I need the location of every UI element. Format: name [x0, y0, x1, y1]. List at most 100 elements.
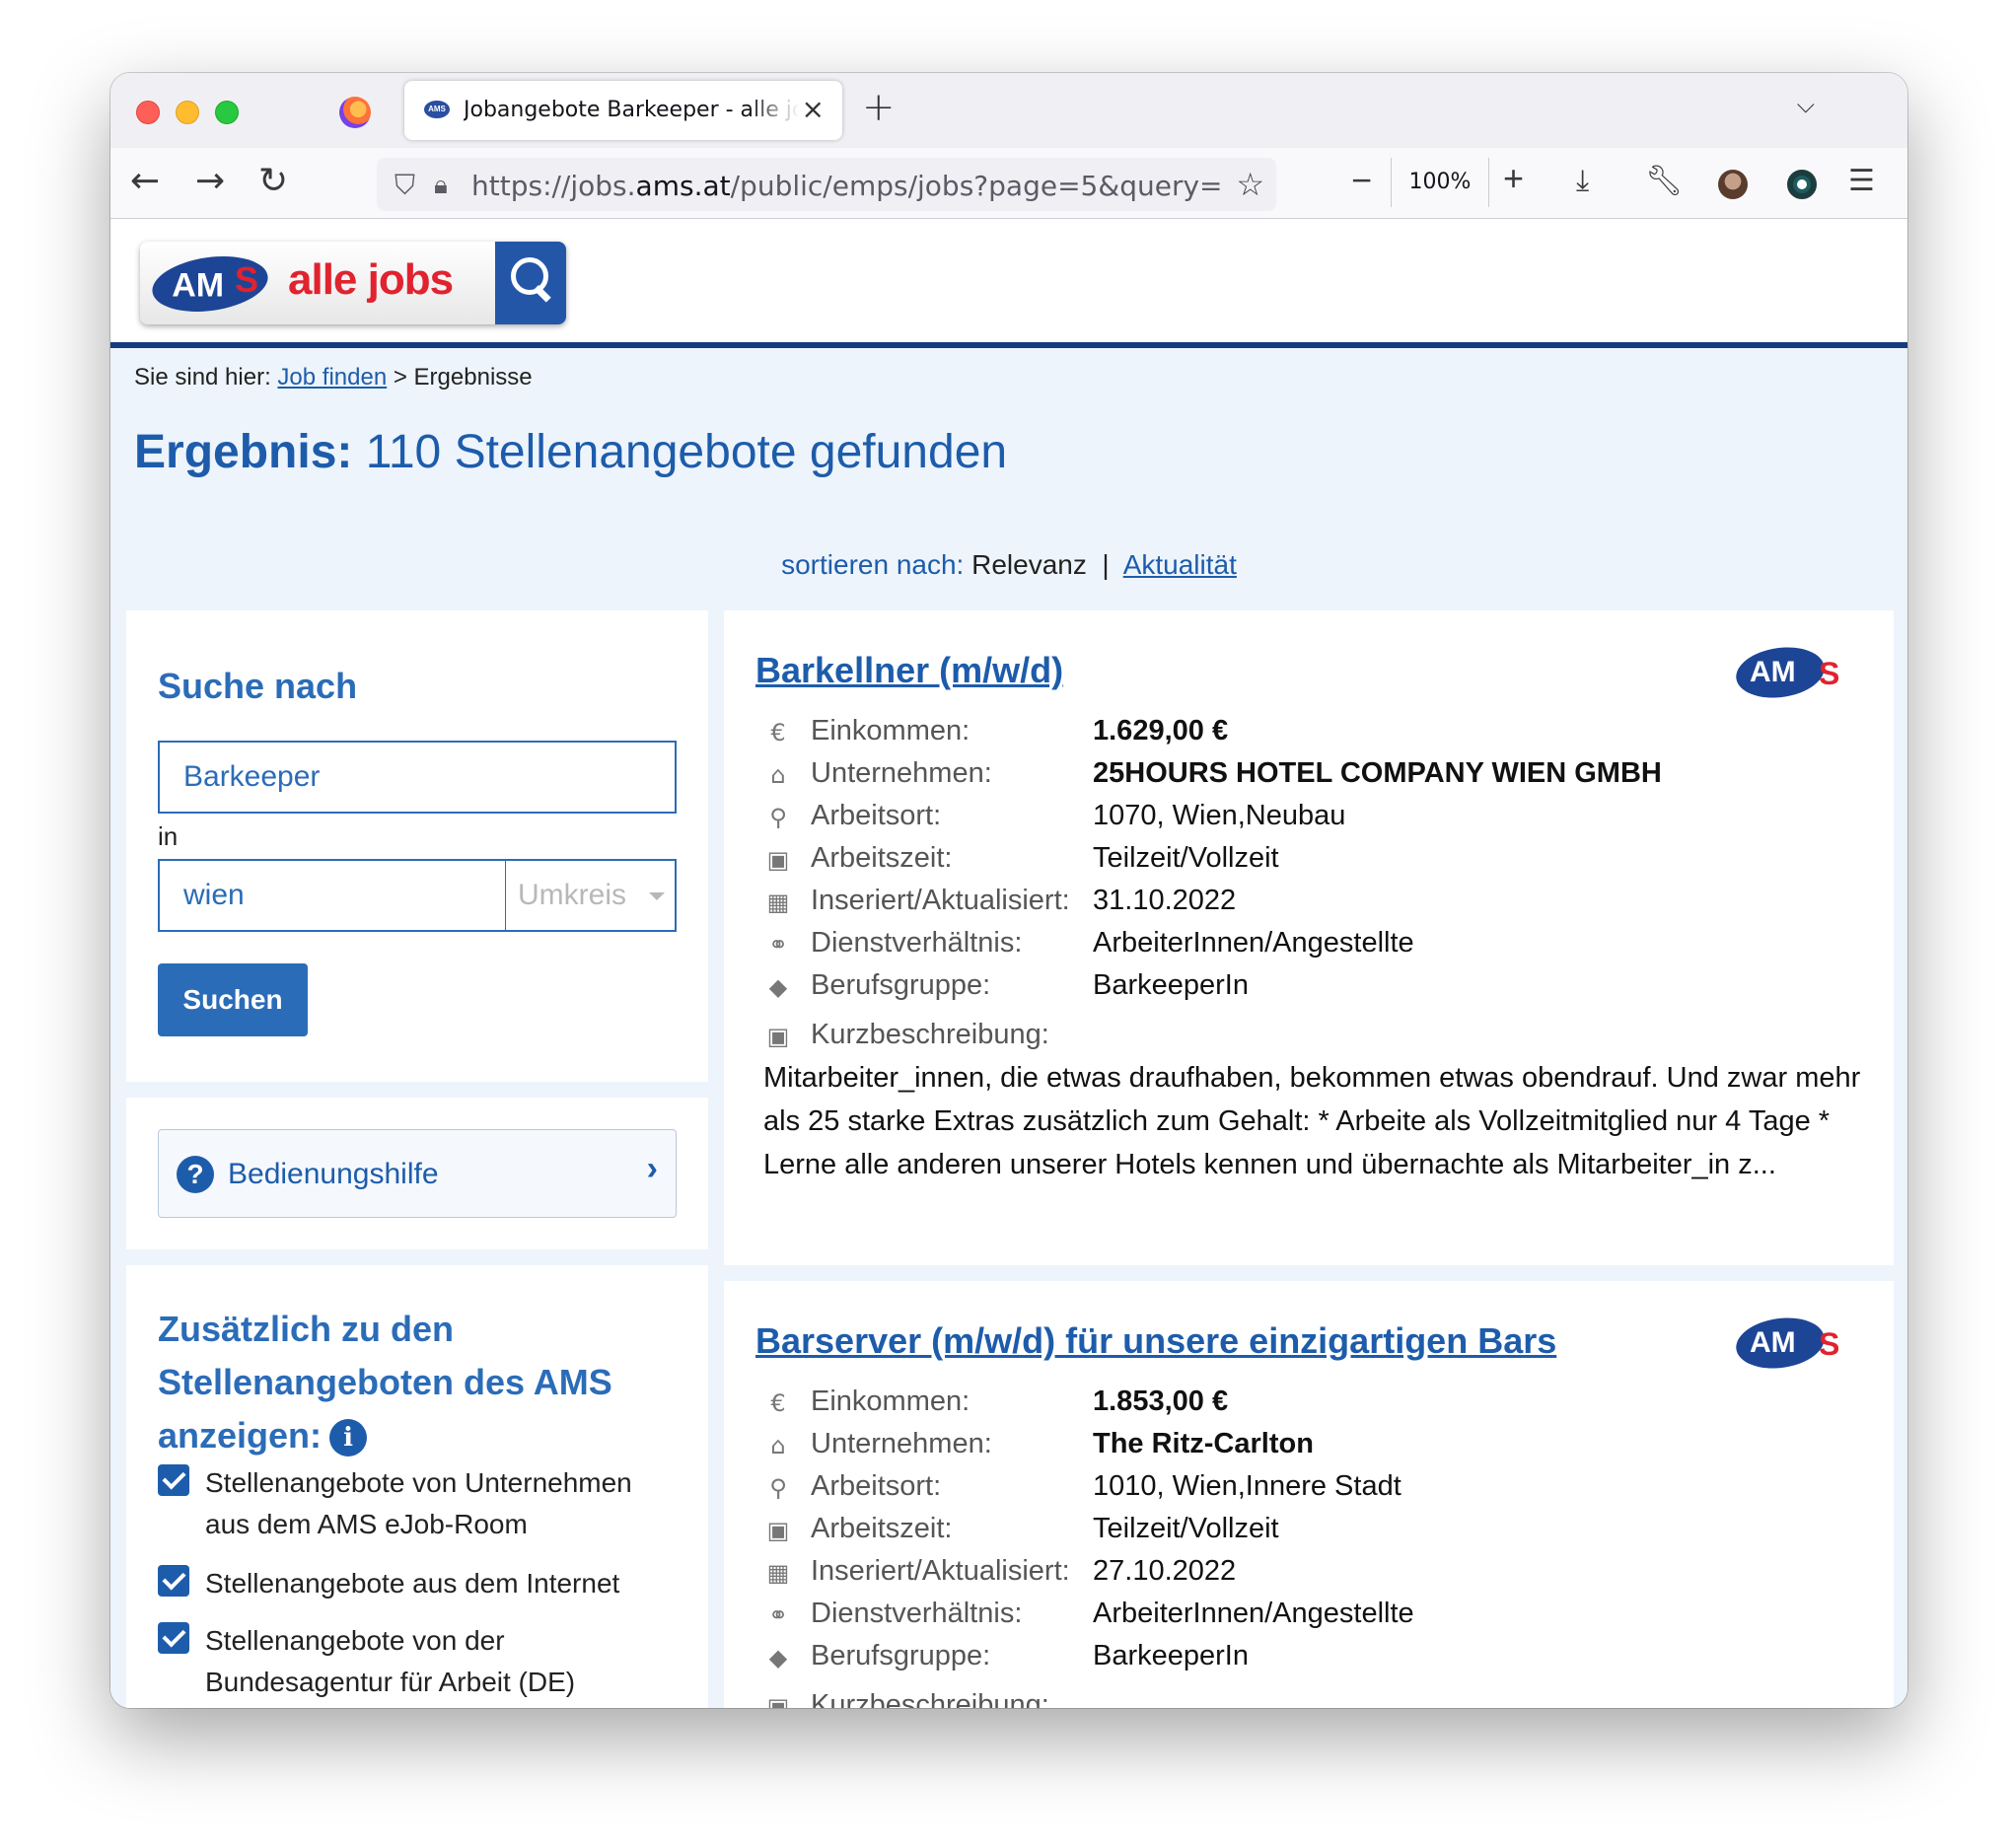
- tags-icon: ◆: [768, 973, 788, 1001]
- radius-select[interactable]: Umkreis: [505, 859, 677, 932]
- menu-icon[interactable]: ☰: [1848, 164, 1875, 198]
- briefcase-icon: ▣: [766, 1023, 790, 1050]
- sort-bar: sortieren nach: Relevanz | Aktualität: [110, 549, 1907, 581]
- breadcrumb-prefix: Sie sind hier:: [134, 364, 271, 391]
- calendar-icon: ▦: [766, 888, 790, 916]
- briefcase-icon: ▣: [766, 1517, 790, 1544]
- checkbox-checked-icon[interactable]: [158, 1565, 189, 1597]
- job-group-row: ◆ Berufsgruppe: BarkeeperIn: [763, 969, 1868, 1009]
- minimize-window-button[interactable]: [176, 101, 199, 124]
- ams-logo-icon: AM S: [1732, 641, 1854, 704]
- breadcrumb-link-job-finden[interactable]: Job finden: [277, 364, 387, 391]
- checkbox-label: Stellenangebote von der Bundesagentur fü…: [205, 1625, 576, 1697]
- shield-icon[interactable]: ⛉: [395, 170, 415, 202]
- location-value: 1070, Wien,Neubau: [1093, 800, 1346, 831]
- home-icon: ⌂: [770, 1432, 786, 1459]
- company-label: Unternehmen:: [811, 757, 992, 789]
- briefcase-icon: ▣: [766, 846, 790, 874]
- zoom-out-button[interactable]: −: [1351, 160, 1372, 201]
- extension-icon[interactable]: [1787, 170, 1817, 199]
- tags-icon: ◆: [768, 1644, 788, 1671]
- location-label: Arbeitsort:: [811, 1470, 942, 1502]
- search-icon[interactable]: [495, 242, 566, 324]
- job-company-row: ⌂ Unternehmen: The Ritz-Carlton: [763, 1428, 1868, 1467]
- account-avatar[interactable]: [1718, 170, 1748, 199]
- job-location-row: ⚲ Arbeitsort: 1010, Wien,Innere Stadt: [763, 1470, 1868, 1510]
- extra-sources-panel: Zusätzlich zu den Stellenangeboten des A…: [126, 1265, 708, 1708]
- tab-title: Jobangebote Barkeeper - alle jobs: [464, 98, 799, 122]
- search-button[interactable]: Suchen: [158, 963, 308, 1036]
- new-tab-button[interactable]: +: [862, 85, 896, 130]
- job-company-row: ⌂ Unternehmen: 25HOURS HOTEL COMPANY WIE…: [763, 757, 1868, 797]
- euro-icon: €: [770, 1389, 786, 1417]
- reload-button[interactable]: ↻: [258, 162, 288, 201]
- close-window-button[interactable]: [136, 101, 160, 124]
- breadcrumb-separator: >: [393, 364, 407, 391]
- help-button[interactable]: ? Bedienungshilfe ›: [158, 1129, 677, 1218]
- url-bar[interactable]: ⛉ 🔒︎ https://jobs.ams.at/public/emps/job…: [377, 158, 1276, 211]
- map-pin-icon: ⚲: [769, 1474, 787, 1502]
- job-title-link[interactable]: Barkellner (m/w/d): [755, 650, 1063, 691]
- browser-window: AMS Jobangebote Barkeeper - alle jobs × …: [110, 73, 1907, 1708]
- checkbox-label: Stellenangebote von Unternehmen aus dem …: [205, 1467, 632, 1539]
- posted-value: 31.10.2022: [1093, 885, 1237, 916]
- handshake-icon: ⚭: [767, 931, 789, 959]
- lock-icon[interactable]: 🔒︎: [434, 170, 448, 201]
- employment-value: ArbeiterInnen/Angestellte: [1093, 1598, 1414, 1629]
- location-input[interactable]: wien: [158, 859, 507, 932]
- chevron-right-icon: ›: [646, 1150, 658, 1187]
- bookmark-star-icon[interactable]: ☆: [1236, 166, 1264, 203]
- search-query-input[interactable]: Barkeeper: [158, 741, 677, 814]
- info-icon[interactable]: i: [329, 1419, 368, 1457]
- location-value: 1010, Wien,Innere Stadt: [1093, 1470, 1401, 1502]
- employment-value: ArbeiterInnen/Angestellte: [1093, 927, 1414, 959]
- job-income-row: € Einkommen: 1.629,00 €: [763, 715, 1868, 754]
- sort-label: sortieren nach:: [781, 549, 965, 580]
- handshake-icon: ⚭: [767, 1601, 789, 1629]
- calendar-icon: ▦: [766, 1559, 790, 1587]
- checkbox-checked-icon[interactable]: [158, 1622, 189, 1654]
- logo-text: alle jobs: [288, 255, 454, 304]
- job-employment-row: ⚭ Dienstverhältnis: ArbeiterInnen/Angest…: [763, 1598, 1868, 1637]
- job-title-link[interactable]: Barserver (m/w/d) für unsere einzigartig…: [755, 1320, 1556, 1362]
- job-group-row: ◆ Berufsgruppe: BarkeeperIn: [763, 1640, 1868, 1679]
- job-worktime-row: ▣ Arbeitszeit: Teilzeit/Vollzeit: [763, 842, 1868, 882]
- firefox-icon[interactable]: [339, 97, 371, 128]
- income-value: 1.853,00 €: [1093, 1386, 1229, 1417]
- tab-close-icon[interactable]: ×: [802, 93, 825, 125]
- sort-aktualitaet-link[interactable]: Aktualität: [1123, 549, 1237, 580]
- company-label: Unternehmen:: [811, 1428, 992, 1459]
- tab-active[interactable]: AMS Jobangebote Barkeeper - alle jobs ×: [404, 81, 842, 140]
- page-title: Ergebnis: 110 Stellenangebote gefunden: [134, 425, 1007, 479]
- breadcrumb: Sie sind hier: Job finden > Ergebnisse: [134, 364, 533, 391]
- company-value: 25HOURS HOTEL COMPANY WIEN GMBH: [1093, 757, 1662, 789]
- zoom-level[interactable]: 100%: [1391, 158, 1489, 207]
- ams-logo-icon: AM S: [1732, 1312, 1854, 1375]
- help-panel: ? Bedienungshilfe ›: [126, 1098, 708, 1249]
- checkbox-label: Stellenangebote aus dem Internet: [205, 1568, 620, 1599]
- job-location-row: ⚲ Arbeitsort: 1070, Wien,Neubau: [763, 800, 1868, 839]
- checkbox-checked-icon[interactable]: [158, 1464, 189, 1496]
- forward-button[interactable]: →: [195, 162, 225, 201]
- wrench-icon[interactable]: 🔧︎: [1645, 164, 1683, 198]
- job-description-row: ▣ Kurzbeschreibung:: [763, 1019, 1868, 1058]
- euro-icon: €: [770, 719, 786, 746]
- ams-favicon-icon: AMS: [424, 101, 450, 118]
- location-label: Arbeitsort:: [811, 800, 942, 831]
- zoom-in-button[interactable]: +: [1503, 158, 1524, 199]
- tab-list-chevron-icon[interactable]: ⌵: [1797, 91, 1815, 118]
- download-icon[interactable]: ⤓: [1576, 164, 1589, 198]
- map-pin-icon: ⚲: [769, 804, 787, 831]
- worktime-label: Arbeitszeit:: [811, 842, 953, 874]
- ams-alle-jobs-logo[interactable]: AM S alle jobs: [140, 242, 566, 324]
- income-label: Einkommen:: [811, 1386, 970, 1417]
- result-count-text: 110 Stellenangebote gefunden: [365, 426, 1008, 478]
- question-icon: ?: [177, 1156, 214, 1193]
- url-text[interactable]: https://jobs.ams.at/public/emps/jobs?pag…: [471, 170, 1221, 202]
- zoom-window-button[interactable]: [215, 101, 239, 124]
- worktime-value: Teilzeit/Vollzeit: [1093, 1513, 1279, 1544]
- back-button[interactable]: ←: [130, 162, 160, 201]
- extra-sources-title: Zusätzlich zu den Stellenangeboten des A…: [158, 1309, 612, 1457]
- job-description-row: ▣ Kurzbeschreibung:: [763, 1689, 1868, 1708]
- result-label: Ergebnis:: [134, 426, 353, 478]
